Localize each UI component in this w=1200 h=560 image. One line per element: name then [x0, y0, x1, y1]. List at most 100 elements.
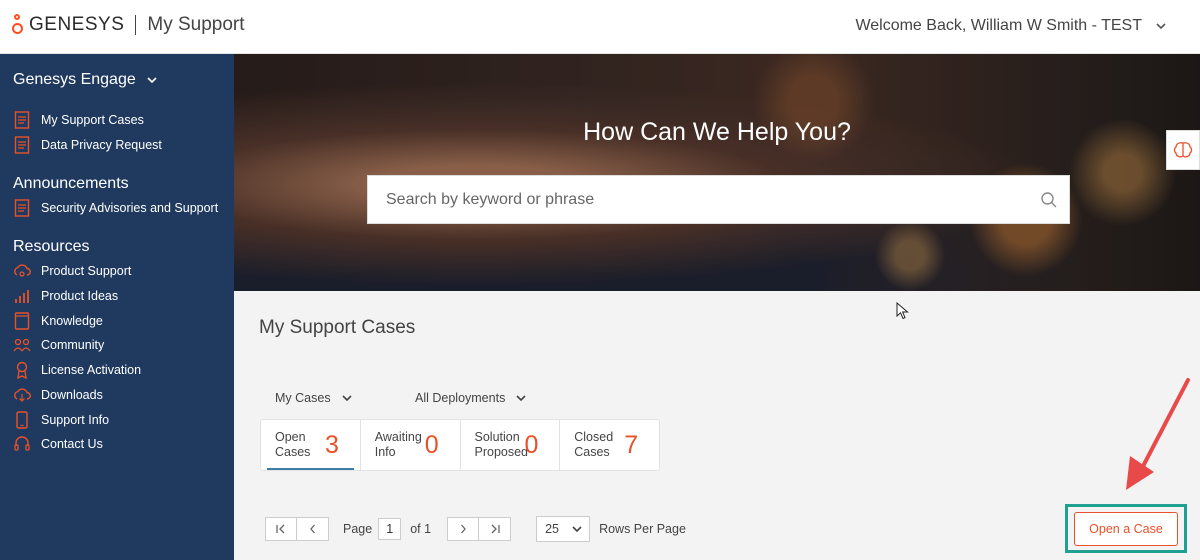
- brand-name: GENESYS: [29, 14, 125, 35]
- genesys-logo[interactable]: GENESYS My Support: [12, 14, 245, 36]
- tab-closed-cases[interactable]: Closed Cases 7: [560, 420, 659, 470]
- next-page-button[interactable]: [447, 517, 480, 541]
- rows-per-page-select[interactable]: 25: [536, 516, 591, 542]
- sidebar-item-label: Product Support: [41, 264, 132, 278]
- hero-title-text: How Can We Help You?: [583, 118, 851, 146]
- stat-label: Solution Proposed: [474, 430, 529, 459]
- pager-next-group: [447, 517, 512, 541]
- deployments-dropdown[interactable]: All Deployments: [415, 391, 527, 405]
- tab-solution-proposed[interactable]: Solution Proposed 0: [461, 420, 561, 470]
- sidebar-item-label: Downloads: [41, 388, 103, 402]
- stat-count: 0: [424, 430, 439, 459]
- product-selector[interactable]: Genesys Engage: [13, 71, 158, 89]
- page-number-input[interactable]: [378, 518, 402, 540]
- document-icon: [13, 136, 31, 154]
- sidebar-item-label: Data Privacy Request: [41, 138, 162, 152]
- resources-heading: Resources: [13, 238, 89, 256]
- my-cases-dropdown[interactable]: My Cases: [275, 391, 353, 405]
- open-a-case-button[interactable]: Open a Case: [1074, 511, 1178, 546]
- rows-per-page-label: Rows Per Page: [599, 522, 686, 536]
- last-page-button[interactable]: [479, 517, 512, 541]
- rows-value: 25: [545, 522, 559, 536]
- cloud-download-icon: [13, 386, 31, 404]
- first-page-icon: [276, 524, 285, 534]
- sidebar-item-label: License Activation: [41, 363, 142, 377]
- last-page-icon: [491, 524, 500, 534]
- user-menu[interactable]: Welcome Back, William W Smith - TEST: [855, 17, 1168, 35]
- hero-banner: How Can We Help You?: [234, 54, 1200, 291]
- sidebar-item-label: My Support Cases: [41, 113, 144, 127]
- stat-label: Awaiting Info: [374, 430, 422, 459]
- stat-count: 0: [524, 430, 539, 459]
- stat-count: 3: [325, 430, 339, 459]
- product-selector-label: Genesys Engage: [13, 71, 136, 88]
- sidebar-item-my-support-cases[interactable]: My Support Cases: [13, 110, 144, 130]
- tab-awaiting-info[interactable]: Awaiting Info 0: [361, 420, 461, 470]
- chevron-down-icon: [572, 526, 582, 533]
- sidebar-item-product-support[interactable]: Product Support: [13, 261, 131, 281]
- chevron-down-icon: [1156, 23, 1166, 30]
- document-icon: [13, 199, 31, 217]
- page-of-label: of 1: [410, 522, 432, 536]
- sidebar-item-label: Security Advisories and Support: [41, 201, 219, 215]
- document-icon: [13, 111, 31, 129]
- sidebar-item-label: Knowledge: [41, 314, 103, 328]
- sidebar-item-support-info[interactable]: Support Info: [13, 410, 109, 430]
- license-icon: [13, 361, 31, 379]
- ideas-icon: [13, 287, 31, 305]
- announcements-heading: Announcements: [13, 175, 129, 193]
- hero-image-overlay: [234, 54, 1200, 291]
- sidebar-item-community[interactable]: Community: [13, 335, 104, 355]
- sidebar-item-security-advisories[interactable]: Security Advisories and Support: [13, 198, 218, 218]
- annotation-arrow: [1126, 378, 1190, 490]
- stat-label: Open Cases: [275, 430, 311, 459]
- sidebar-item-contact-us[interactable]: Contact Us: [13, 434, 103, 454]
- open-case-highlight: Open a Case: [1065, 504, 1187, 553]
- stat-count: 7: [624, 430, 639, 459]
- search-bar: [367, 175, 1070, 224]
- dropdown-label: All Deployments: [415, 391, 506, 405]
- sidebar-item-knowledge[interactable]: Knowledge: [13, 311, 103, 331]
- sidebar-item-label: Product Ideas: [41, 289, 119, 303]
- brain-icon: [1173, 142, 1193, 158]
- community-icon: [13, 336, 31, 354]
- chevron-down-icon: [147, 77, 157, 84]
- prev-page-button[interactable]: [297, 517, 329, 541]
- support-cases-section: My Support Cases My Cases All Deployment…: [234, 291, 1200, 560]
- brain-assistant-button[interactable]: [1166, 130, 1200, 170]
- sidebar-item-license-activation[interactable]: License Activation: [13, 360, 141, 380]
- dropdown-label: My Cases: [275, 391, 331, 405]
- section-title: Announcements: [13, 175, 129, 192]
- pagination: Page of 1 25 Rows Per Page: [265, 516, 686, 542]
- page-title: My Support Cases: [259, 317, 416, 338]
- sidebar-item-product-ideas[interactable]: Product Ideas: [13, 286, 118, 306]
- headset-icon: [13, 435, 31, 453]
- first-page-button[interactable]: [265, 517, 297, 541]
- mouse-cursor-icon: [896, 302, 909, 320]
- hero-title: How Can We Help You?: [234, 118, 1200, 147]
- sidebar-item-downloads[interactable]: Downloads: [13, 385, 103, 405]
- app-name: My Support: [147, 14, 245, 35]
- welcome-text: Welcome Back, William W Smith - TEST: [855, 17, 1142, 34]
- book-icon: [13, 312, 31, 330]
- sidebar-item-label: Support Info: [41, 413, 110, 427]
- logo-divider: [135, 15, 137, 35]
- sidebar: Genesys Engage My Support Cases Data Pri…: [0, 54, 234, 560]
- chevron-right-icon: [461, 524, 466, 534]
- sidebar-item-label: Community: [41, 338, 105, 352]
- genesys-logo-icon: [12, 14, 26, 36]
- phone-icon: [13, 411, 31, 429]
- stat-label: Closed Cases: [574, 430, 614, 459]
- sidebar-item-data-privacy-request[interactable]: Data Privacy Request: [13, 135, 162, 155]
- top-header: GENESYS My Support Welcome Back, William…: [0, 0, 1200, 54]
- tab-open-cases[interactable]: Open Cases 3: [261, 420, 361, 470]
- chevron-down-icon: [342, 395, 352, 402]
- sidebar-item-label: Contact Us: [41, 437, 103, 451]
- search-icon[interactable]: [1029, 191, 1069, 209]
- chevron-left-icon: [309, 524, 315, 534]
- chevron-down-icon: [516, 395, 526, 402]
- section-title: Resources: [13, 238, 90, 255]
- cloud-support-icon: [13, 262, 31, 280]
- page-label: Page: [343, 522, 373, 536]
- search-input[interactable]: [368, 176, 1029, 223]
